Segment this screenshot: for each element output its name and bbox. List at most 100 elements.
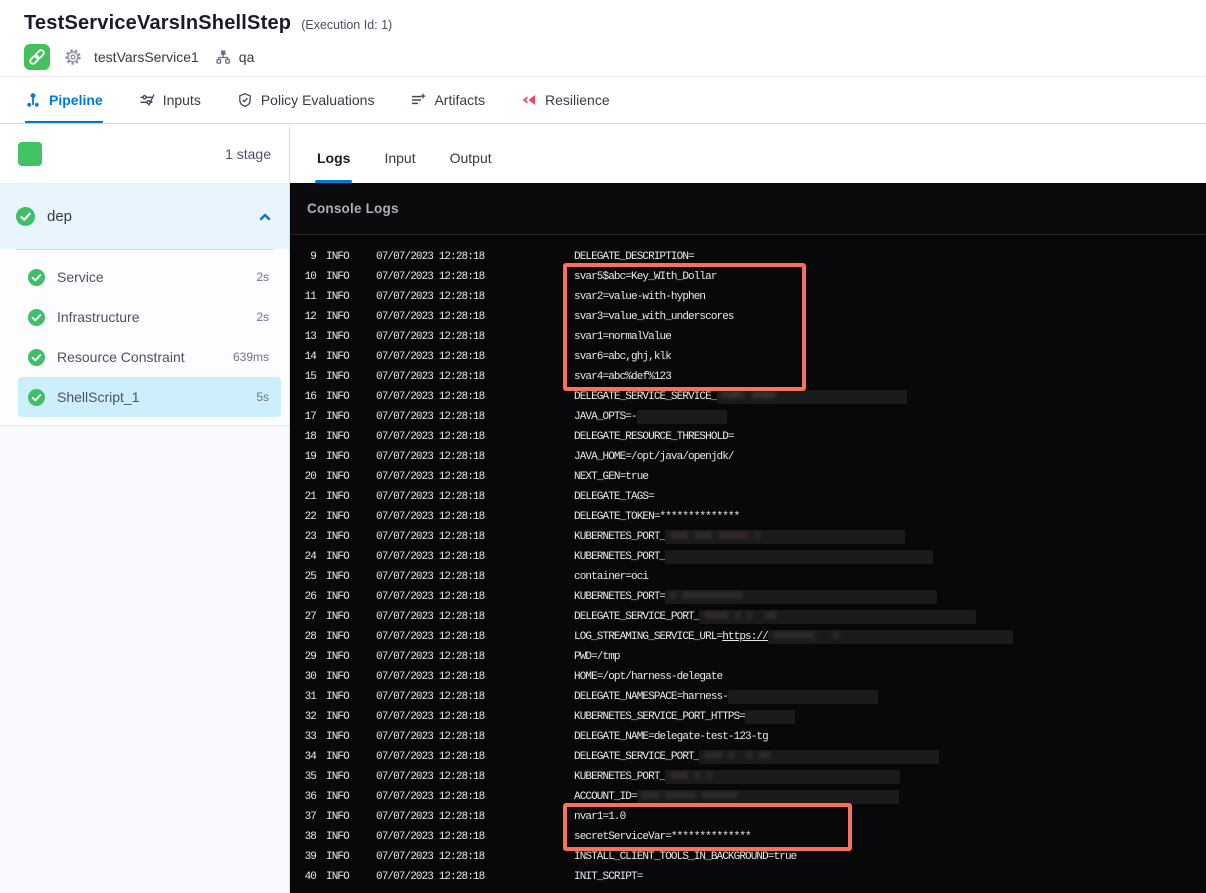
tab-inputs[interactable]: Inputs bbox=[139, 78, 201, 123]
redacted-value: xxx x x xx bbox=[699, 750, 940, 764]
line-number: 39 bbox=[304, 851, 317, 863]
log-timestamp: 07/07/2023 12:28:18 bbox=[376, 811, 485, 823]
tab-pipeline[interactable]: Pipeline bbox=[25, 78, 103, 123]
tab-input[interactable]: Input bbox=[382, 150, 417, 183]
log-timestamp: 07/07/2023 12:28:18 bbox=[376, 611, 485, 623]
log-message: container=oci bbox=[574, 567, 649, 587]
log-line: 27 INFO 07/07/2023 12:28:18 DELEGATE_SERVIC… bbox=[290, 607, 1206, 627]
redacted-value: xxx xxxxx xxxxxx bbox=[636, 790, 899, 804]
chevron-up-icon[interactable] bbox=[257, 210, 273, 224]
log-text: nvar1=1.0 bbox=[574, 811, 626, 823]
log-level: INFO bbox=[326, 771, 350, 783]
log-timestamp: 07/07/2023 12:28:18 bbox=[376, 431, 485, 443]
log-level: INFO bbox=[326, 731, 350, 743]
step-row-shellscript-1[interactable]: ShellScript_1 5s bbox=[18, 377, 281, 417]
step-detail-tabs: Logs Input Output bbox=[290, 125, 1206, 183]
log-message: svar1=normalValue bbox=[574, 327, 672, 347]
log-text: secretServiceVar=************** bbox=[574, 831, 752, 843]
tab-pipeline-label: Pipeline bbox=[49, 91, 103, 108]
stage-group-label: dep bbox=[47, 208, 73, 225]
redacted-ghost-text: x xxxxxxxxxx bbox=[670, 591, 743, 602]
environment-icon bbox=[215, 49, 231, 65]
log-level: INFO bbox=[326, 551, 350, 563]
log-text: svar5$abc=Key_WIth_Dollar bbox=[574, 271, 717, 283]
log-message: DELEGATE_SERVICE_PORT_ xxxx x x xx bbox=[574, 607, 977, 627]
tab-policy-evaluations[interactable]: Policy Evaluations bbox=[237, 78, 375, 123]
inputs-icon bbox=[139, 92, 155, 108]
line-number: 32 bbox=[304, 711, 317, 723]
tab-policy-evaluations-label: Policy Evaluations bbox=[260, 91, 375, 108]
log-timestamp: 07/07/2023 12:28:18 bbox=[376, 671, 485, 683]
line-number: 23 bbox=[304, 531, 317, 543]
log-level: INFO bbox=[326, 371, 350, 383]
log-level: INFO bbox=[326, 451, 350, 463]
log-level: INFO bbox=[326, 611, 350, 623]
tab-resilience[interactable]: Resilience bbox=[521, 78, 610, 123]
console-log-body[interactable]: 9 INFO 07/07/2023 12:28:18 DELEGATE_DESCRIP… bbox=[290, 235, 1206, 893]
shield-check-icon bbox=[237, 92, 253, 108]
log-line: 40 INFO 07/07/2023 12:28:18 INIT_SCRIPT= bbox=[290, 867, 1206, 887]
step-row-infrastructure[interactable]: Infrastructure 2s bbox=[18, 297, 281, 337]
step-row-service[interactable]: Service 2s bbox=[18, 257, 281, 297]
console-title: Console Logs bbox=[307, 201, 399, 216]
log-link[interactable]: https:// bbox=[722, 627, 769, 647]
stage-group-dep[interactable]: dep bbox=[0, 184, 289, 249]
console-header[interactable]: Console Logs bbox=[290, 183, 1206, 235]
log-level: INFO bbox=[326, 831, 350, 843]
log-message: DELEGATE_DESCRIPTION= bbox=[574, 247, 695, 267]
log-text: INIT_SCRIPT= bbox=[574, 871, 643, 883]
log-text: svar4=abc%def%123 bbox=[574, 371, 672, 383]
stage-status-square[interactable] bbox=[18, 142, 42, 166]
cd-module-icon bbox=[24, 44, 50, 70]
redacted-ghost-text: xxxx x x xx bbox=[704, 611, 777, 622]
log-level: INFO bbox=[326, 411, 350, 423]
redacted-ghost-text: xxx xxx xxxxx x bbox=[670, 531, 761, 542]
log-timestamp: 07/07/2023 12:28:18 bbox=[376, 371, 485, 383]
log-text: DELEGATE_SERVICE_PORT_ bbox=[574, 751, 700, 763]
check-circle-icon bbox=[28, 308, 45, 326]
line-number: 28 bbox=[304, 631, 317, 643]
tab-logs[interactable]: Logs bbox=[315, 150, 353, 183]
log-level: INFO bbox=[326, 851, 350, 863]
log-level: INFO bbox=[326, 251, 350, 263]
log-timestamp: 07/07/2023 12:28:18 bbox=[376, 571, 485, 583]
log-line: 13 INFO 07/07/2023 12:28:18 svar1=normalVal… bbox=[290, 327, 1206, 347]
log-text: INSTALL_CLIENT_TOOLS_IN_BACKGROUND=true bbox=[574, 851, 797, 863]
line-number: 40 bbox=[304, 871, 317, 883]
log-text: container=oci bbox=[574, 571, 649, 583]
line-number: 26 bbox=[304, 591, 317, 603]
log-timestamp: 07/07/2023 12:28:18 bbox=[376, 311, 485, 323]
log-level: INFO bbox=[326, 591, 350, 603]
log-line: 33 INFO 07/07/2023 12:28:18 DELEGATE_NAME=d… bbox=[290, 727, 1206, 747]
log-message: DELEGATE_SERVICE_PORT_ xxx x x xx bbox=[574, 747, 940, 767]
step-duration: 2s bbox=[256, 310, 269, 324]
redacted-value: xxx xxx xxxxx x bbox=[665, 530, 906, 544]
log-message: KUBERNETES_PORT_ bbox=[574, 547, 934, 567]
log-line: 9 INFO 07/07/2023 12:28:18 DELEGATE_DESCRIP… bbox=[290, 247, 1206, 267]
redacted-value bbox=[665, 550, 934, 564]
environment-name[interactable]: qa bbox=[239, 49, 255, 65]
line-number: 38 bbox=[304, 831, 317, 843]
redacted-value bbox=[745, 710, 796, 724]
log-level: INFO bbox=[326, 651, 350, 663]
log-level: INFO bbox=[326, 511, 350, 523]
execution-id: (Execution Id: 1) bbox=[301, 18, 393, 32]
log-message: KUBERNETES_PORT_ xxx xxx xxxxx x bbox=[574, 527, 906, 547]
step-row-resource-constraint[interactable]: Resource Constraint 639ms bbox=[18, 337, 281, 377]
page-title: TestServiceVarsInShellStep bbox=[24, 12, 292, 34]
service-name[interactable]: testVarsService1 bbox=[94, 49, 199, 65]
artifacts-icon bbox=[410, 92, 426, 108]
log-line: 23 INFO 07/07/2023 12:28:18 KUBERNETES_PORT… bbox=[290, 527, 1206, 547]
log-level: INFO bbox=[326, 751, 350, 763]
log-timestamp: 07/07/2023 12:28:18 bbox=[376, 711, 485, 723]
log-line: 37 INFO 07/07/2023 12:28:18 nvar1=1.0 bbox=[290, 807, 1206, 827]
log-line: 36 INFO 07/07/2023 12:28:18 ACCOUNT_ID= xxx … bbox=[290, 787, 1206, 807]
log-level: INFO bbox=[326, 271, 350, 283]
log-text: KUBERNETES_PORT= bbox=[574, 591, 666, 603]
log-message: JAVA_OPTS=- bbox=[574, 407, 727, 427]
tab-output[interactable]: Output bbox=[448, 150, 494, 183]
line-number: 20 bbox=[304, 471, 317, 483]
tab-artifacts[interactable]: Artifacts bbox=[410, 78, 485, 123]
log-timestamp: 07/07/2023 12:28:18 bbox=[376, 351, 485, 363]
log-line: 18 INFO 07/07/2023 12:28:18 DELEGATE_RESOUR… bbox=[290, 427, 1206, 447]
